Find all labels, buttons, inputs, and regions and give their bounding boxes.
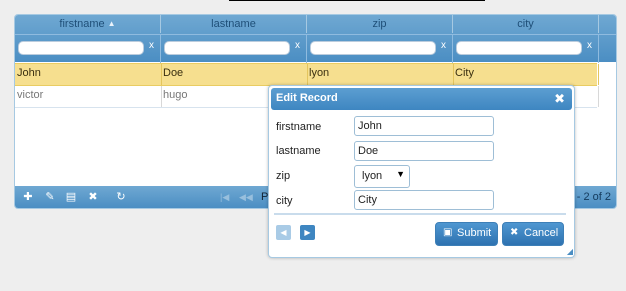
grid-header: firstname ▲ lastname zip city x x x x bbox=[15, 15, 616, 63]
lastname-label: lastname bbox=[276, 145, 321, 157]
filter-clear-button[interactable]: x bbox=[149, 40, 154, 51]
table-cell: John bbox=[15, 64, 162, 85]
delete-icon[interactable]: ✖ bbox=[86, 189, 100, 205]
chevron-down-icon: ▼ bbox=[396, 169, 405, 179]
filter-clear-button[interactable]: x bbox=[295, 40, 300, 51]
column-title: firstname bbox=[59, 18, 105, 30]
lastname-field[interactable] bbox=[354, 141, 494, 161]
city-label: city bbox=[276, 195, 293, 207]
column-header-firstname[interactable]: firstname ▲ bbox=[15, 15, 161, 33]
column-header-lastname[interactable]: lastname bbox=[161, 15, 307, 33]
zip-selected-value: lyon bbox=[362, 170, 383, 182]
column-title: zip bbox=[372, 18, 387, 30]
cancel-button[interactable]: ✖ Cancel bbox=[502, 222, 564, 246]
cancel-label: Cancel bbox=[524, 227, 559, 239]
top-divider-line bbox=[229, 0, 485, 1]
column-header-zip[interactable]: zip bbox=[307, 15, 453, 33]
filter-cell-zip: x bbox=[307, 35, 453, 63]
table-cell: City bbox=[453, 64, 599, 85]
filter-cell-lastname: x bbox=[161, 35, 307, 63]
dialog-divider bbox=[274, 213, 566, 215]
table-cell: Doe bbox=[161, 64, 308, 85]
filter-input-zip[interactable] bbox=[310, 41, 436, 55]
save-icon: ▣ bbox=[443, 227, 453, 238]
submit-button[interactable]: ▣ Submit bbox=[435, 222, 498, 246]
zip-select[interactable]: lyon ▼ bbox=[354, 165, 410, 188]
firstname-field[interactable] bbox=[354, 116, 494, 136]
refresh-icon[interactable]: ↻ bbox=[114, 189, 128, 205]
firstname-label: firstname bbox=[276, 121, 322, 133]
prev-record-icon[interactable]: ◀ bbox=[276, 225, 291, 240]
filter-input-lastname[interactable] bbox=[164, 41, 290, 55]
view-icon[interactable]: ▤ bbox=[64, 189, 78, 205]
table-row-selected[interactable]: John Doe lyon City bbox=[15, 63, 599, 86]
close-icon: ✖ bbox=[510, 227, 519, 238]
column-title: lastname bbox=[211, 18, 256, 30]
edit-icon[interactable]: ✎ bbox=[43, 189, 57, 205]
filter-input-city[interactable] bbox=[456, 41, 582, 55]
submit-label: Submit bbox=[457, 227, 492, 239]
sort-icon[interactable]: ▲ bbox=[108, 15, 116, 33]
prev-page-icon[interactable]: ◀◀ bbox=[239, 189, 253, 205]
resize-handle-icon[interactable]: ◢ bbox=[567, 247, 573, 256]
add-icon[interactable]: ✚ bbox=[21, 189, 35, 205]
filter-cell-firstname: x bbox=[15, 35, 161, 63]
first-page-icon[interactable]: |◀ bbox=[220, 189, 229, 205]
zip-label: zip bbox=[276, 170, 291, 182]
dialog-title: Edit Record bbox=[276, 92, 338, 104]
filter-toolbar: x x x x bbox=[15, 34, 616, 63]
edit-record-dialog: Edit Record ✖ firstname lastname zip lyo… bbox=[268, 85, 575, 258]
filter-clear-button[interactable]: x bbox=[587, 40, 592, 51]
dialog-titlebar[interactable]: Edit Record ✖ bbox=[271, 88, 572, 110]
column-title: city bbox=[517, 18, 534, 30]
next-record-icon[interactable]: ▶ bbox=[300, 225, 315, 240]
table-cell: lyon bbox=[307, 64, 454, 85]
filter-input-firstname[interactable] bbox=[18, 41, 144, 55]
table-cell: victor bbox=[15, 86, 162, 107]
column-header-city[interactable]: city bbox=[453, 15, 599, 33]
filter-clear-button[interactable]: x bbox=[441, 40, 446, 51]
filter-cell-city: x bbox=[453, 35, 599, 63]
view-records-info: - 2 of 2 bbox=[576, 191, 611, 203]
close-icon[interactable]: ✖ bbox=[554, 91, 565, 107]
city-field[interactable] bbox=[354, 190, 494, 210]
